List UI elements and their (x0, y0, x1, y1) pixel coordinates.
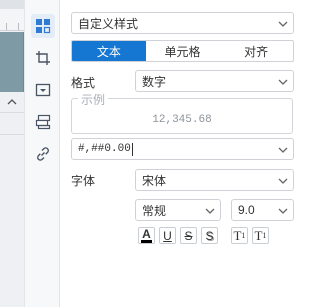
font-family-select[interactable]: 宋体 (135, 169, 294, 191)
font-color-button[interactable]: A (138, 227, 155, 244)
format-example-box: 示例 12,345.68 (71, 91, 293, 134)
form-field-icon[interactable] (31, 110, 55, 134)
selected-cell[interactable] (0, 32, 24, 92)
format-select-value: 数字 (142, 74, 167, 89)
canvas-topbar (0, 0, 24, 9)
text-cursor (131, 142, 133, 156)
link-icon[interactable] (31, 142, 55, 166)
font-family-value: 宋体 (142, 173, 167, 188)
property-icon-bar (24, 0, 60, 307)
style-select[interactable]: 自定义样式 (71, 12, 294, 34)
strikethrough-button[interactable]: S (180, 227, 197, 244)
format-pattern-value: #,##0.00 (78, 143, 131, 155)
chevron-down-icon (205, 208, 215, 214)
font-size-value: 9.0 (238, 203, 255, 217)
grid-line (0, 112, 24, 113)
format-label: 格式 (71, 76, 96, 90)
font-label: 字体 (71, 174, 96, 188)
collapse-up-icon[interactable] (5, 96, 19, 108)
underline-button[interactable]: U (159, 227, 176, 244)
superscript-index: 1 (241, 231, 246, 240)
tab-align[interactable]: 对齐 (219, 41, 293, 61)
font-style-value: 常规 (142, 203, 167, 218)
font-size-select[interactable]: 9.0 (231, 199, 294, 221)
report-canvas[interactable] (0, 0, 24, 307)
tab-text[interactable]: 文本 (72, 41, 146, 61)
font-color-glyph: A (142, 226, 151, 241)
dropdown-box-icon[interactable] (31, 78, 55, 102)
chevron-down-icon (278, 178, 288, 184)
crop-icon[interactable] (31, 46, 55, 70)
superscript-glyph: T (233, 227, 242, 243)
superscript-button[interactable]: T1 (231, 227, 248, 244)
font-color-swatch (141, 239, 152, 243)
chevron-down-icon (278, 147, 288, 153)
font-style-select[interactable]: 常规 (135, 199, 221, 221)
format-select[interactable]: 数字 (135, 70, 294, 92)
layout-icon[interactable] (31, 14, 55, 38)
column-ruler (0, 9, 24, 31)
example-legend: 示例 (78, 91, 109, 108)
chevron-down-icon (278, 79, 288, 85)
format-pattern-input[interactable]: #,##0.00 (71, 138, 294, 160)
subscript-glyph: T (254, 227, 263, 243)
cell-properties-panel: 自定义样式 文本 单元格 对齐 格式 数字 示例 12,345.68 #,##0… (61, 0, 307, 307)
property-tabs: 文本 单元格 对齐 (71, 40, 294, 62)
subscript-button[interactable]: T1 (252, 227, 269, 244)
style-select-value: 自定义样式 (78, 16, 139, 31)
chevron-down-icon (278, 208, 288, 214)
shadow-button[interactable]: S (201, 227, 218, 244)
tab-cell[interactable]: 单元格 (146, 41, 220, 61)
example-value: 12,345.68 (152, 114, 212, 126)
subscript-index: 1 (262, 231, 267, 240)
grid-line (0, 134, 24, 135)
chevron-down-icon (278, 21, 288, 27)
